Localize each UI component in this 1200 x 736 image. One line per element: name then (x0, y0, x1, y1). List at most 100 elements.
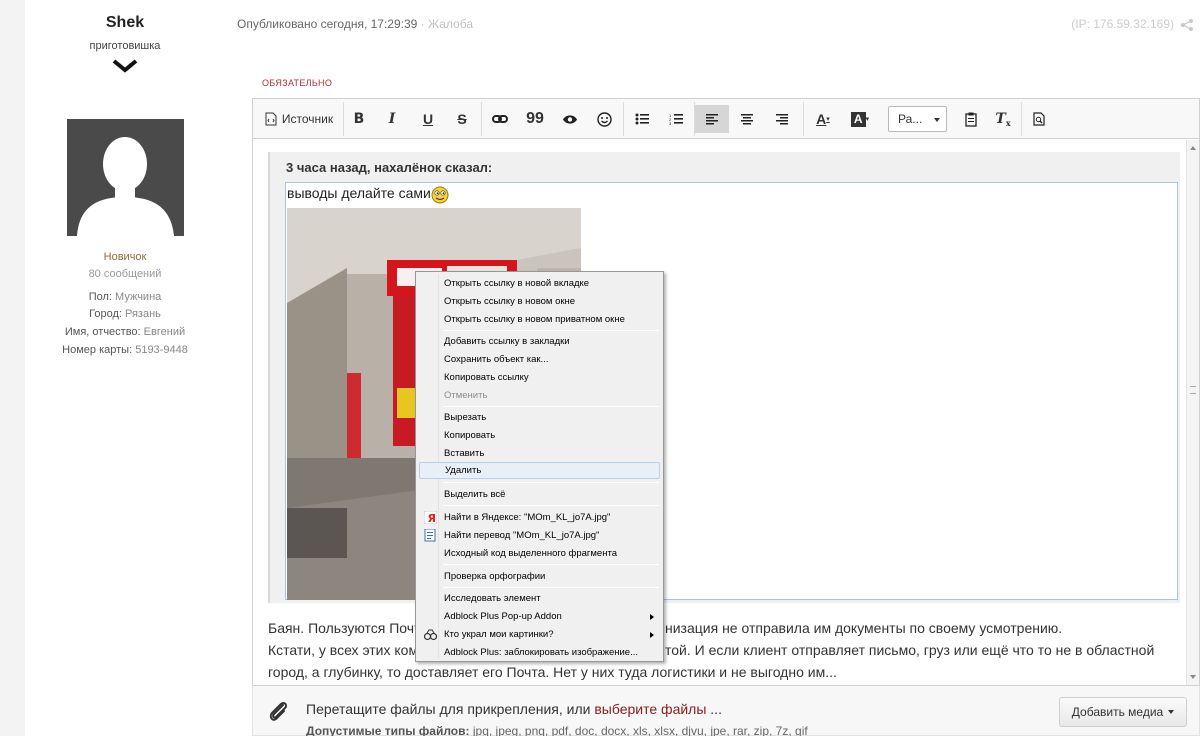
submenu-arrow-icon (650, 614, 654, 620)
menu-select-all[interactable]: Выделить всё (419, 486, 660, 503)
scroll-grip[interactable] (1190, 386, 1196, 394)
post-text-line-2a: Кстати, у всех этих комп (268, 642, 426, 658)
align-left-icon (706, 114, 718, 125)
menu-open-private-window[interactable]: Открыть ссылку в новом приватном окне (419, 311, 660, 328)
attachment-area[interactable]: Перетащите файлы для прикрепления, или в… (252, 686, 1200, 736)
menu-find-translation[interactable]: Найти перевод "MOm_KL_jo7A.jpg" (419, 527, 660, 544)
paperclip-icon (269, 701, 288, 721)
post-text-line-1b: низация не отправила им документы по сво… (665, 620, 1063, 636)
align-right-icon (776, 114, 788, 125)
clear-format-button[interactable]: Tx (991, 105, 1015, 133)
spoiler-button[interactable] (558, 105, 582, 133)
menu-copy-link[interactable]: Копировать ссылку (419, 369, 660, 386)
menu-spell-check[interactable]: Проверка орфографии (419, 568, 660, 585)
avatar[interactable] (67, 119, 184, 236)
user-post-count[interactable]: 80 сообщений (25, 268, 225, 280)
published-label: Опубликовано (237, 17, 318, 31)
ip-address: (IP: 176.59.32.169) (1071, 17, 1174, 31)
menu-save-object[interactable]: Сохранить объект как... (419, 351, 660, 368)
scroll-down-icon[interactable] (1190, 675, 1196, 679)
post-header: Опубликовано сегодня, 17:29:39 · Жалоба (237, 17, 473, 31)
menu-bookmark-link[interactable]: Добавить ссылку в закладки (419, 333, 660, 350)
binoculars-icon (424, 629, 437, 641)
toolbar-separator (343, 102, 344, 136)
editor-scrollbar[interactable] (1186, 140, 1199, 685)
editor-content[interactable]: 3 часа назад, нахалёнок сказал: выводы д… (253, 140, 1186, 685)
preview-button[interactable] (1027, 105, 1051, 133)
bulleted-list-button[interactable] (630, 105, 654, 133)
scroll-up-icon[interactable] (1190, 146, 1196, 150)
menu-cut[interactable]: Вырезать (419, 409, 660, 426)
menu-separator (443, 564, 659, 565)
menu-undo: Отменить (444, 390, 488, 401)
user-name[interactable]: Shek (25, 14, 225, 32)
post-time[interactable]: сегодня, 17:29:39 (321, 17, 418, 31)
menu-yandex-search[interactable]: Я Найти в Яндексе: "MOm_KL_jo7A.jpg" (419, 509, 660, 526)
menu-copy[interactable]: Копировать (419, 427, 660, 444)
profile-field-name: Имя, отчество: Евгений (64, 326, 186, 338)
post-text-line-3: город, а глубинку, то доставляет его Поч… (268, 664, 837, 680)
chevron-down-icon (1168, 710, 1175, 714)
menu-separator (443, 482, 659, 483)
strike-button[interactable]: S (450, 105, 474, 133)
menu-separator (443, 587, 659, 588)
user-rank: приготовишка (89, 40, 161, 52)
profile-field-city: Город: Рязань (89, 308, 161, 320)
add-media-button[interactable]: Добавить медиа (1059, 697, 1187, 727)
chevron-down-icon[interactable] (112, 58, 138, 74)
link-icon (492, 115, 508, 123)
menu-open-new-tab[interactable]: Открыть ссылку в новой вкладке (419, 275, 660, 292)
background-color-button[interactable]: A ▾ (847, 105, 873, 133)
menu-paste[interactable]: Вставить (419, 445, 660, 462)
align-center-button[interactable] (735, 105, 759, 133)
choose-files-link[interactable]: выберите файлы (594, 701, 706, 717)
quote-block[interactable]: 3 часа назад, нахалёнок сказал: выводы д… (268, 152, 1180, 603)
default-avatar-icon (77, 137, 174, 236)
attach-prompt: Перетащите файлы для прикрепления, или в… (306, 701, 722, 717)
quote-button[interactable]: 99 (523, 105, 547, 133)
preview-icon (1033, 112, 1045, 126)
quote-text: выводы делайте сами (287, 185, 431, 201)
link-button[interactable] (488, 105, 512, 133)
smiley-icon (596, 111, 612, 127)
svg-text:Я: Я (428, 512, 436, 524)
editor-toolbar: Источник B I U S 99 123 A ▾ A ▾ Ра... T … (253, 99, 1199, 139)
bold-button[interactable]: B (347, 105, 371, 133)
quote-author-line: 3 часа назад, нахалёнок сказал: (286, 160, 493, 175)
format-select[interactable]: Ра... (888, 106, 947, 132)
menu-who-stole-images[interactable]: Кто украл мои картинки? (419, 626, 660, 643)
eye-icon (563, 114, 577, 124)
align-right-button[interactable] (770, 105, 794, 133)
toolbar-separator (803, 102, 804, 136)
emoticon-button[interactable] (592, 105, 616, 133)
font-color-button[interactable]: A ▾ (810, 105, 836, 133)
menu-separator (443, 406, 659, 407)
submenu-arrow-icon (650, 632, 654, 638)
post-text-line-2b: той. И если клиент отправляет письмо, гр… (665, 642, 1155, 658)
post-text-line-1a: Баян. Пользуются Почт (268, 620, 421, 636)
toolbar-separator (623, 102, 624, 136)
numbered-list-icon: 123 (669, 113, 683, 125)
chevron-down-icon (934, 118, 940, 122)
toolbar-separator (481, 102, 482, 136)
translate-icon (424, 529, 436, 542)
menu-inspect-element[interactable]: Исследовать элемент (419, 590, 660, 607)
toolbar-separator (1021, 102, 1022, 136)
menu-delete[interactable]: Удалить (419, 462, 660, 479)
context-menu: Открыть ссылку в новой вкладке Открыть с… (415, 271, 664, 662)
menu-adblock-popup-addon[interactable]: Adblock Plus Pop-up Addon (419, 608, 660, 625)
underline-button[interactable]: U (416, 105, 440, 133)
italic-button[interactable]: I (380, 105, 404, 133)
complaint-link[interactable]: Жалоба (428, 17, 473, 31)
menu-view-source[interactable]: Исходный код выделенного фрагмента (419, 545, 660, 562)
share-icon[interactable] (1180, 18, 1194, 32)
source-button[interactable]: Источник (261, 105, 337, 133)
user-status: Новичок (103, 251, 147, 263)
menu-adblock-block-image[interactable]: Adblock Plus: заблокировать изображение.… (419, 644, 660, 661)
menu-open-new-window[interactable]: Открыть ссылку в новом окне (419, 293, 660, 310)
profile-field-gender: Пол: Мужчина (88, 291, 162, 303)
paste-button[interactable] (959, 105, 983, 133)
numbered-list-button[interactable]: 123 (664, 105, 688, 133)
align-left-button[interactable] (695, 105, 729, 133)
source-icon (265, 112, 277, 126)
